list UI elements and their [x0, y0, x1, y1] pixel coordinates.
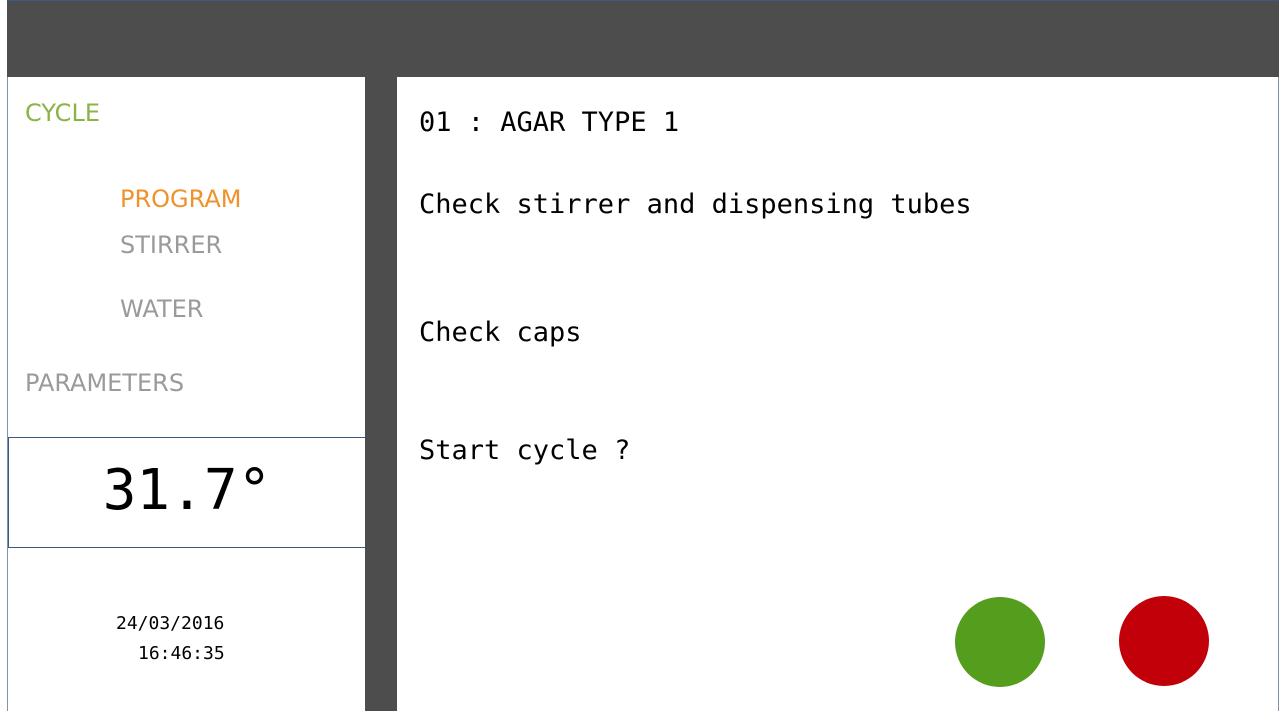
nav-program[interactable]: PROGRAM — [120, 185, 241, 213]
top-bar — [7, 0, 1279, 77]
temperature-readout: 31.7° — [102, 458, 272, 523]
instruction-check-stirrer: Check stirrer and dispensing tubes — [419, 189, 972, 220]
nav-cycle[interactable]: CYCLE — [25, 99, 100, 127]
panel-divider — [365, 77, 397, 711]
nav-parameters[interactable]: PARAMETERS — [25, 369, 184, 397]
start-cycle-prompt: Start cycle ? — [419, 435, 631, 466]
temperature-panel: 31.7° — [8, 437, 366, 548]
nav-stirrer[interactable]: STIRRER — [120, 231, 222, 259]
cancel-button[interactable] — [1119, 596, 1209, 686]
date-display: 24/03/2016 — [116, 613, 225, 634]
program-title: 01 : AGAR TYPE 1 — [419, 107, 680, 138]
nav-water[interactable]: WATER — [120, 295, 203, 323]
confirm-button[interactable] — [955, 597, 1045, 687]
time-display: 16:46:35 — [138, 643, 225, 664]
main-panel: 01 : AGAR TYPE 1 Check stirrer and dispe… — [397, 77, 1279, 711]
instruction-check-caps: Check caps — [419, 317, 582, 348]
sidebar: CYCLE PROGRAM STIRRER WATER PARAMETERS 3… — [7, 77, 366, 711]
